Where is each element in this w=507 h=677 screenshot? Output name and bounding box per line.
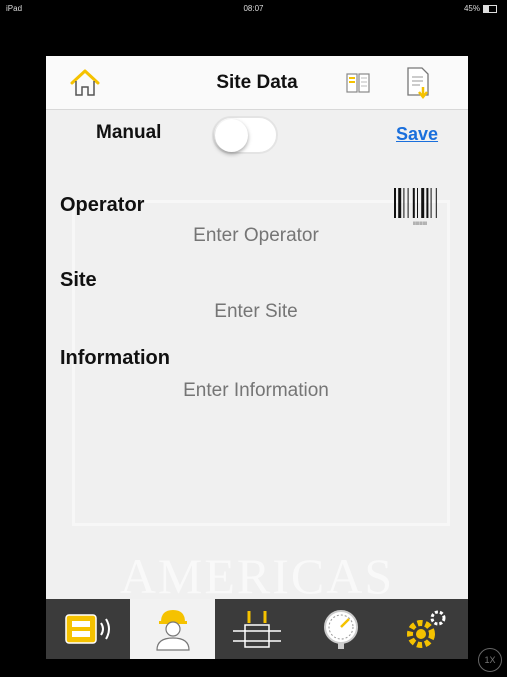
tab-pressure-gauge[interactable] bbox=[299, 599, 383, 659]
manual-book-icon[interactable] bbox=[344, 68, 374, 98]
watermark-text: AMERICAS bbox=[119, 548, 395, 604]
welding-machine-icon bbox=[65, 614, 111, 644]
barcode-scan-icon[interactable]: ||||||||||||| bbox=[392, 186, 448, 226]
tab-pipe-fitting[interactable] bbox=[215, 599, 299, 659]
pipe-fitting-icon bbox=[232, 611, 281, 648]
information-label: Information bbox=[60, 347, 170, 369]
settings-gears-icon bbox=[406, 610, 446, 648]
battery-percent: 45% bbox=[463, 4, 480, 13]
manual-toggle[interactable] bbox=[212, 116, 278, 154]
site-input[interactable] bbox=[156, 300, 356, 324]
toggle-knob bbox=[215, 119, 248, 152]
information-input[interactable] bbox=[141, 379, 371, 403]
status-time: 08:07 bbox=[243, 4, 264, 13]
operator-input[interactable] bbox=[156, 224, 356, 248]
save-button[interactable]: Save bbox=[396, 124, 438, 145]
tab-settings[interactable] bbox=[384, 599, 468, 659]
manual-label: Manual bbox=[96, 122, 162, 143]
tab-operator[interactable] bbox=[130, 599, 215, 659]
battery-icon bbox=[483, 4, 497, 13]
pressure-gauge-icon bbox=[324, 610, 359, 649]
tab-welding-machine[interactable] bbox=[46, 599, 130, 659]
export-document-icon[interactable] bbox=[404, 65, 434, 101]
nav-bar: Site Data bbox=[46, 56, 468, 110]
tab-bar bbox=[46, 599, 468, 659]
zoom-badge[interactable]: 1X bbox=[478, 648, 502, 672]
app-window: AMERICAS Site Data Manual Save Operator bbox=[46, 56, 468, 659]
svg-text:|||||||||||||: ||||||||||||| bbox=[413, 220, 427, 225]
site-label: Site bbox=[60, 269, 97, 291]
operator-label: Operator bbox=[60, 194, 145, 216]
status-bar: iPad 08:07 45% bbox=[0, 0, 507, 18]
operator-icon bbox=[155, 610, 190, 651]
